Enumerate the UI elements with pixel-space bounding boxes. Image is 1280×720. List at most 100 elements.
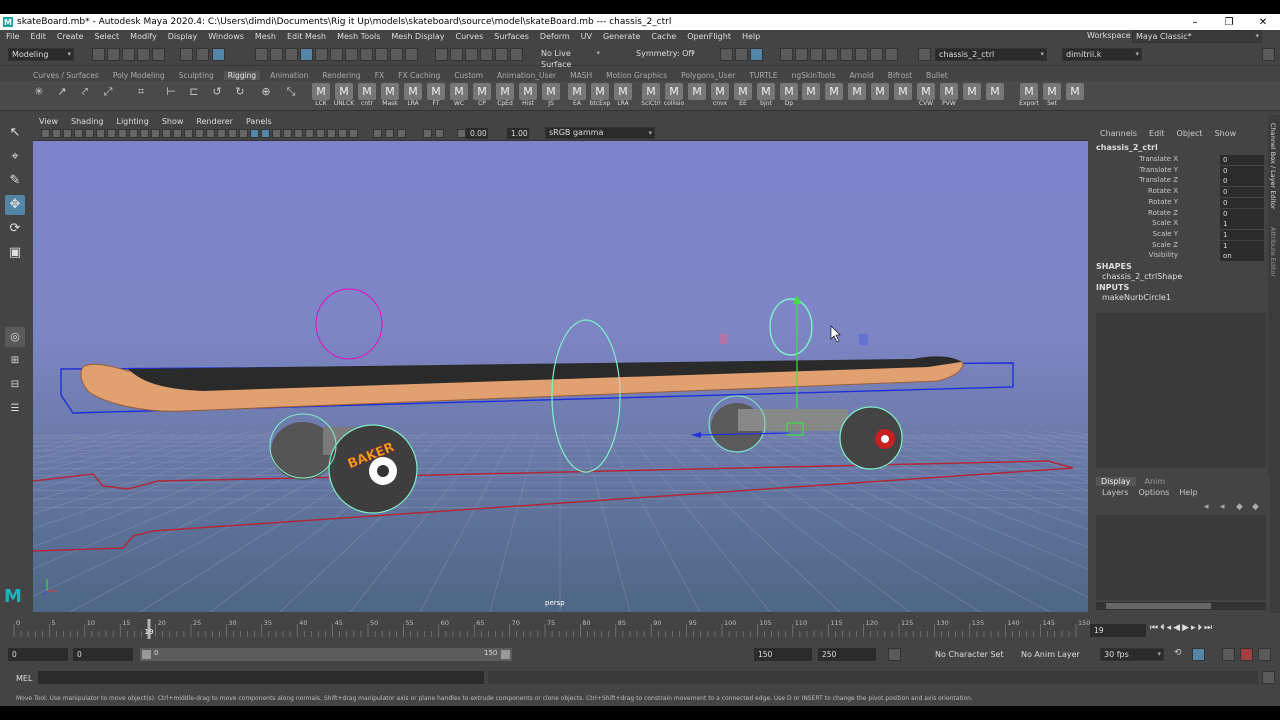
viewport-tool-icon-15[interactable]	[206, 129, 215, 138]
select-rendering-icon[interactable]	[360, 48, 373, 61]
move-tool-icon[interactable]: ✥	[5, 195, 25, 215]
shelf-button-ft-5[interactable]: M FT	[425, 83, 447, 110]
character-set-dropdown[interactable]: No Character Set	[935, 650, 1004, 659]
shelf-button-icon-21[interactable]: M	[800, 83, 822, 110]
shelf-button-unlck-1[interactable]: M UNLCK	[333, 83, 355, 110]
viewport-tool-icon-12[interactable]	[173, 129, 182, 138]
viewport-tool-icon-34[interactable]	[457, 129, 466, 138]
paint-select-tool-icon[interactable]: ✎	[5, 171, 25, 191]
channel-row[interactable]: Rotate X 0	[1090, 187, 1270, 198]
select-misc-icon[interactable]	[375, 48, 388, 61]
user-account-dropdown[interactable]: dimitrii.k	[1062, 48, 1142, 61]
shelf-button-js-10[interactable]: M JS	[540, 83, 562, 110]
menu-edit[interactable]: Edit	[30, 32, 46, 41]
channel-menu-channels[interactable]: Channels	[1100, 129, 1137, 138]
menu-help[interactable]: Help	[742, 32, 760, 41]
menu-modify[interactable]: Modify	[130, 32, 157, 41]
viewport-tool-icon-31[interactable]	[397, 129, 406, 138]
shelf-button-icon-16[interactable]: M	[686, 83, 708, 110]
symmetry-dropdown[interactable]: Symmetry: Off	[633, 48, 697, 61]
four-view-layout-icon[interactable]: ⊞	[5, 351, 25, 371]
layer-move-down-icon[interactable]: ◂	[1220, 502, 1225, 512]
menu-curves[interactable]: Curves	[455, 32, 483, 41]
move-manipulator-x-arrow[interactable]	[691, 432, 701, 438]
live-surface-field[interactable]: No Live Surface	[538, 48, 602, 69]
lasso-tool-icon[interactable]: ⌖	[5, 147, 25, 167]
cache-playback-icon[interactable]	[1192, 648, 1205, 661]
highlight-selection-icon[interactable]	[405, 48, 418, 61]
snap-view-plane-icon[interactable]	[480, 48, 493, 61]
mode-dropdown[interactable]: Modeling	[8, 48, 74, 61]
menu-windows[interactable]: Windows	[208, 32, 244, 41]
channel-row[interactable]: Translate X 0	[1090, 155, 1270, 165]
step-back-frame-icon[interactable]: ◂	[1167, 623, 1172, 633]
layer-menu-layers[interactable]: Layers	[1102, 488, 1128, 497]
viewport-menu-view[interactable]: View	[39, 117, 58, 126]
attribute-editor-tab[interactable]: Attribute Editor	[1269, 227, 1277, 277]
shape-node[interactable]: chassis_2_ctrlShape	[1102, 272, 1182, 281]
viewport-tool-icon-9[interactable]	[140, 129, 149, 138]
channel-value[interactable]: on	[1220, 251, 1264, 262]
viewport-menu-shading[interactable]: Shading	[71, 117, 104, 126]
sidebar-toggle-icon[interactable]	[1262, 48, 1275, 61]
menu-cache[interactable]: Cache	[651, 32, 676, 41]
shelf-tab-bifrost[interactable]: Bifrost	[888, 71, 912, 80]
layer-scrollbar[interactable]	[1096, 602, 1266, 610]
current-frame-field[interactable]: 19	[1090, 624, 1146, 637]
viewport-tool-icon-14[interactable]	[195, 129, 204, 138]
viewport-tool-icon-19[interactable]	[250, 129, 259, 138]
viewport-tool-icon-10[interactable]	[151, 129, 160, 138]
construction-history-icon[interactable]	[720, 48, 733, 61]
select-dynamics-icon[interactable]	[345, 48, 358, 61]
render-frame-icon[interactable]	[780, 48, 793, 61]
menu-select[interactable]: Select	[94, 32, 119, 41]
viewport-tool-icon-24[interactable]	[305, 129, 314, 138]
channel-menu-object[interactable]: Object	[1177, 129, 1203, 138]
channel-value[interactable]: 0	[1220, 165, 1264, 176]
range-slider[interactable]: 0 150	[140, 648, 512, 661]
viewport-tool-icon-7[interactable]	[118, 129, 127, 138]
ipr-render-icon[interactable]	[795, 48, 808, 61]
shelf-button-icon-28[interactable]: M	[961, 83, 983, 110]
viewport-tool-icon-30[interactable]	[385, 129, 394, 138]
select-joints-icon[interactable]	[285, 48, 298, 61]
shelf-tab-motion-graphics[interactable]: Motion Graphics	[606, 71, 667, 80]
light-editor-icon[interactable]	[870, 48, 883, 61]
viewport-tool-icon-33[interactable]	[435, 129, 444, 138]
channel-box-tab[interactable]: Channel Box / Layer Editor	[1269, 123, 1277, 210]
shelf-tab-curves-surfaces[interactable]: Curves / Surfaces	[33, 71, 99, 80]
layer-tab-anim[interactable]: Anim	[1140, 477, 1171, 486]
viewport-menu-lighting[interactable]: Lighting	[116, 117, 148, 126]
viewport-tool-icon-17[interactable]	[228, 129, 237, 138]
select-hierarchy-icon[interactable]	[180, 48, 193, 61]
scene-end-field[interactable]: 250	[818, 648, 876, 661]
layer-menu-options[interactable]: Options	[1138, 488, 1169, 497]
step-back-key-icon[interactable]: ⏴	[1160, 623, 1165, 633]
shelf-button-bjnt-19[interactable]: Mbjnt	[755, 83, 777, 110]
channel-row[interactable]: Rotate Y 0	[1090, 197, 1270, 208]
selection-mask-icon[interactable]	[255, 48, 268, 61]
viewport-tool-icon-3[interactable]	[74, 129, 83, 138]
playback-start-field[interactable]: 0	[73, 648, 133, 661]
preferences-icon[interactable]	[1258, 648, 1271, 661]
viewport-tool-icon-5[interactable]	[96, 129, 105, 138]
loop-icon[interactable]: ⟲	[1174, 648, 1187, 661]
menu-uv[interactable]: UV	[581, 32, 592, 41]
snap-live-icon[interactable]	[495, 48, 508, 61]
shelf-tab-sculpting[interactable]: Sculpting	[179, 71, 214, 80]
colorspace-dropdown[interactable]: sRGB gamma	[545, 127, 655, 139]
lock-selection-icon[interactable]	[390, 48, 403, 61]
anim-layer-dropdown[interactable]: No Anim Layer	[1021, 650, 1080, 659]
select-handles-icon[interactable]	[270, 48, 283, 61]
fps-dropdown[interactable]: 30 fps	[1100, 648, 1164, 661]
shelf-constraint-6[interactable]: ⤡	[280, 83, 302, 110]
menu-deform[interactable]: Deform	[540, 32, 570, 41]
shelf-button-lck-0[interactable]: M LCK	[310, 83, 332, 110]
shelf-constraint-2[interactable]: ⊏	[183, 83, 205, 110]
shelf-tab-rendering[interactable]: Rendering	[322, 71, 360, 80]
shelf-button-cntr-2[interactable]: Mcntr	[356, 83, 378, 110]
shelf-button-lra-13[interactable]: M LRA	[612, 83, 634, 110]
menu-file[interactable]: File	[6, 32, 19, 41]
command-language-label[interactable]: MEL	[16, 674, 32, 683]
play-backward-icon[interactable]: ◀	[1173, 623, 1180, 633]
